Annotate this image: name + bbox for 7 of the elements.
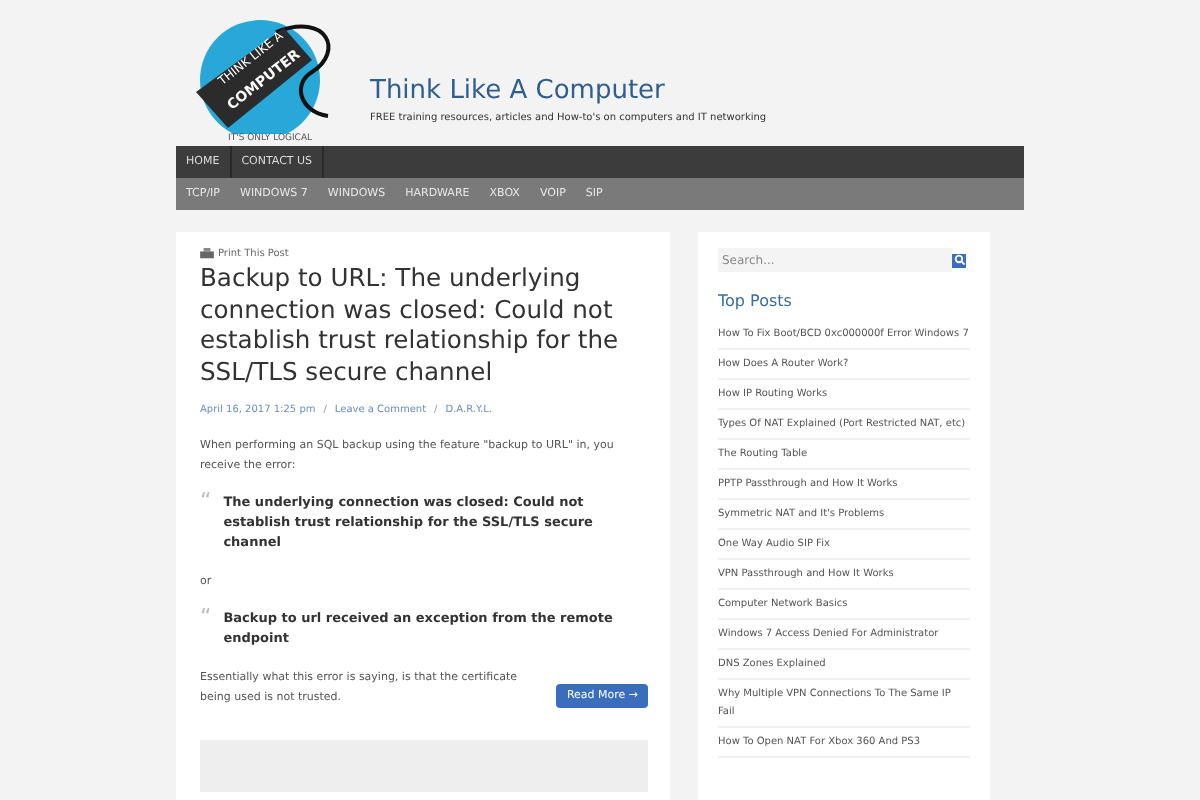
quote-mark: “ <box>200 492 212 510</box>
post-title[interactable]: Backup to URL: The underlying connection was closed: Could not establish trust relationship for the SSL/TLS secure channel <box>200 264 648 388</box>
search-icon[interactable] <box>952 253 966 267</box>
site-title[interactable]: Think Like A Computer <box>370 76 767 108</box>
quote-mark: “ <box>200 608 212 626</box>
printer-icon <box>200 248 214 260</box>
sidebar-heading: Top Posts <box>718 292 794 310</box>
